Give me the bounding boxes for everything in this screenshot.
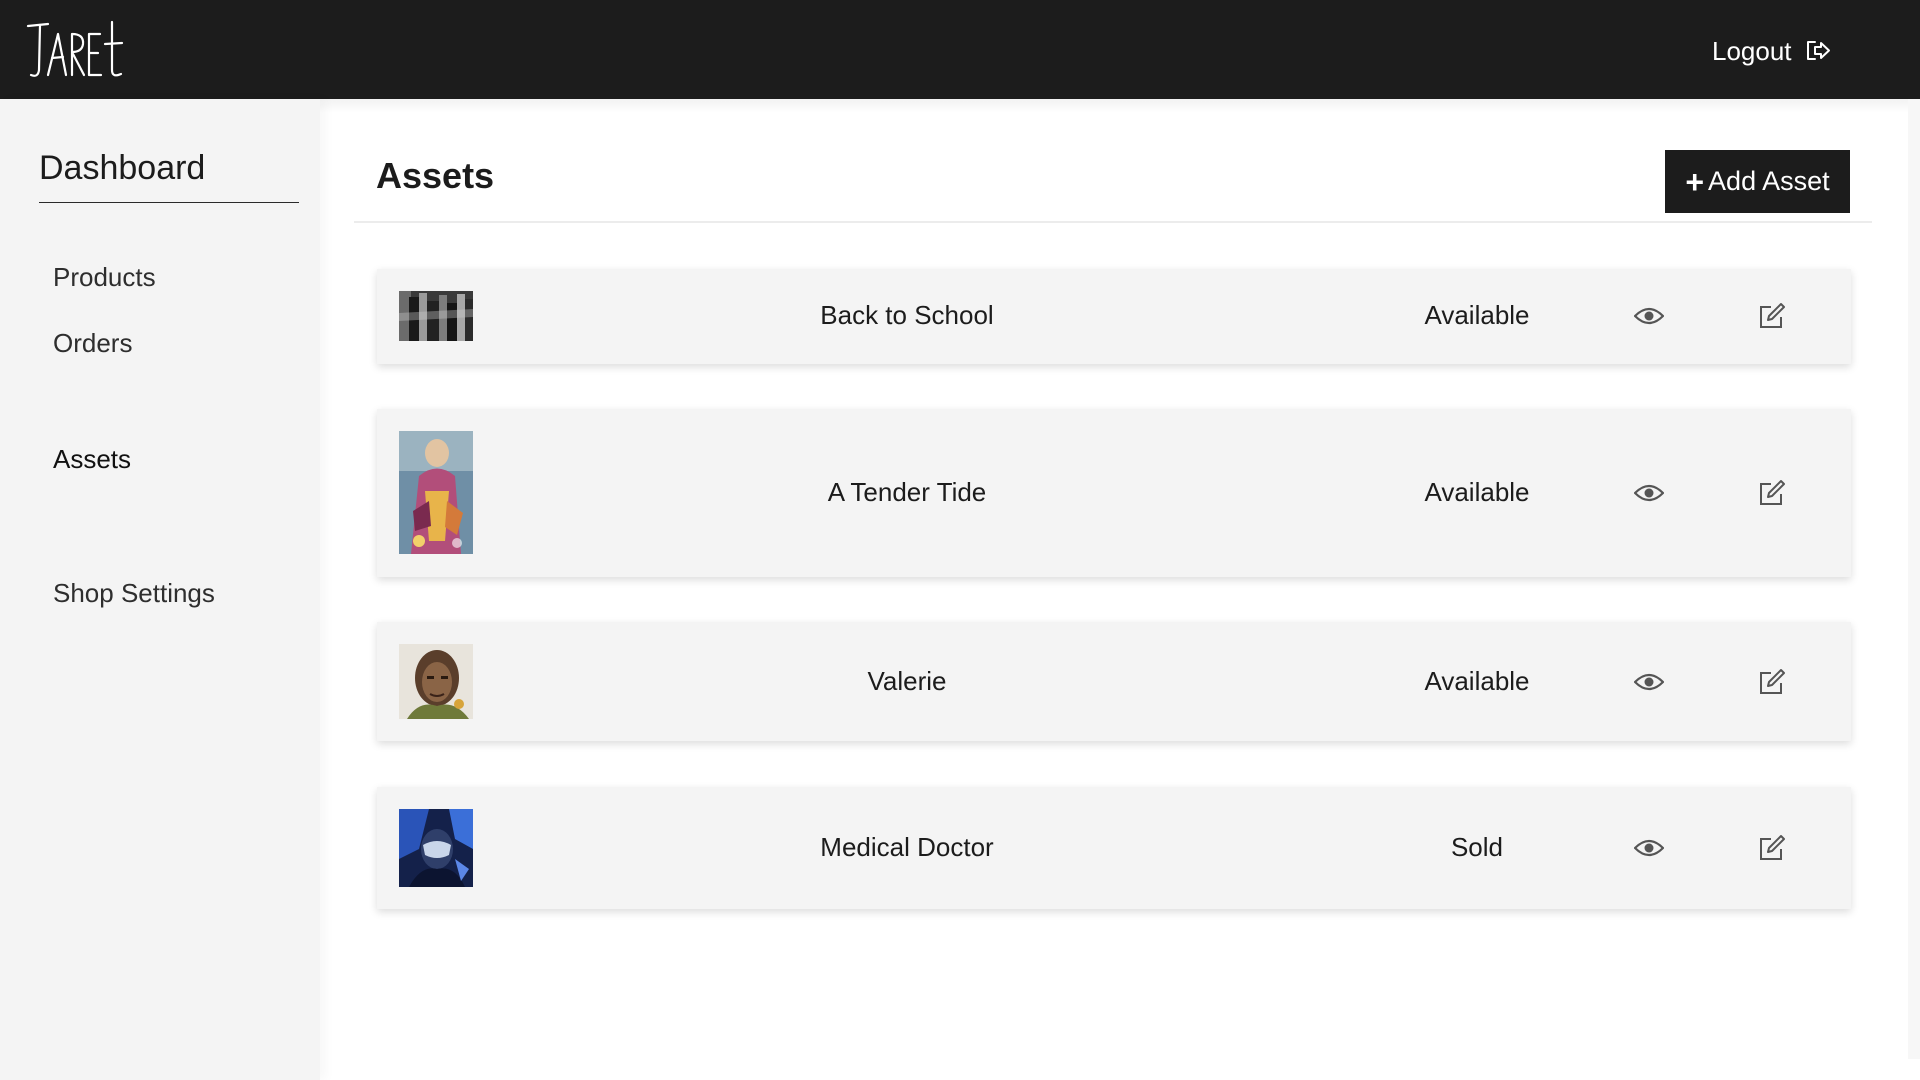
asset-row: Back to School Available bbox=[377, 269, 1851, 364]
logout-button[interactable]: Logout bbox=[1712, 32, 1832, 70]
page-title: Assets bbox=[376, 155, 495, 196]
eye-icon bbox=[1634, 484, 1664, 502]
plus-icon: + bbox=[1685, 163, 1705, 200]
asset-thumbnail[interactable] bbox=[399, 809, 473, 887]
asset-thumbnail[interactable] bbox=[399, 644, 473, 719]
add-asset-button[interactable]: + Add Asset bbox=[1665, 150, 1850, 213]
asset-status: Available bbox=[1424, 666, 1530, 696]
sidebar: Dashboard Products Orders Assets Shop Se… bbox=[0, 99, 320, 1080]
header-shadow bbox=[320, 99, 1910, 113]
edit-button[interactable] bbox=[1755, 476, 1789, 510]
edit-button[interactable] bbox=[1755, 299, 1789, 333]
edit-button[interactable] bbox=[1755, 831, 1789, 865]
asset-row: A Tender Tide Available bbox=[377, 409, 1851, 577]
jaret-logo[interactable] bbox=[26, 20, 126, 82]
edit-button[interactable] bbox=[1755, 665, 1789, 699]
edit-icon bbox=[1760, 303, 1785, 328]
asset-thumbnail[interactable] bbox=[399, 431, 473, 554]
sidebar-item-orders[interactable]: Orders bbox=[53, 328, 132, 359]
top-bar: Logout bbox=[0, 0, 1920, 99]
eye-icon bbox=[1634, 673, 1664, 691]
asset-name: A Tender Tide bbox=[827, 477, 987, 507]
view-button[interactable] bbox=[1632, 665, 1666, 699]
header-divider bbox=[354, 221, 1872, 223]
sidebar-item-assets[interactable]: Assets bbox=[53, 444, 131, 475]
app: Logout Dashboard Products Orders Assets … bbox=[0, 0, 1920, 1080]
asset-name: Valerie bbox=[867, 666, 947, 696]
asset-status: Available bbox=[1424, 300, 1530, 330]
asset-name: Medical Doctor bbox=[820, 832, 994, 862]
logout-label: Logout bbox=[1712, 35, 1792, 66]
eye-icon bbox=[1634, 307, 1664, 325]
add-asset-label: Add Asset bbox=[1708, 166, 1830, 196]
view-button[interactable] bbox=[1632, 476, 1666, 510]
asset-status: Sold bbox=[1450, 832, 1504, 862]
view-button[interactable] bbox=[1632, 299, 1666, 333]
edit-icon bbox=[1760, 480, 1785, 505]
sign-out-icon bbox=[1804, 37, 1832, 65]
asset-name: Back to School bbox=[820, 300, 994, 330]
asset-row: Medical Doctor Sold bbox=[377, 787, 1851, 909]
edit-icon bbox=[1760, 669, 1785, 694]
asset-thumbnail[interactable] bbox=[399, 291, 473, 341]
sidebar-title: Dashboard bbox=[39, 149, 299, 203]
asset-status: Available bbox=[1424, 477, 1530, 507]
asset-row: Valerie Available bbox=[377, 622, 1851, 741]
view-button[interactable] bbox=[1632, 831, 1666, 865]
sidebar-item-shop-settings[interactable]: Shop Settings bbox=[53, 578, 215, 609]
scrollbar-track[interactable] bbox=[1908, 99, 1920, 1059]
edit-icon bbox=[1760, 835, 1785, 860]
sidebar-item-products[interactable]: Products bbox=[53, 262, 156, 293]
eye-icon bbox=[1634, 839, 1664, 857]
